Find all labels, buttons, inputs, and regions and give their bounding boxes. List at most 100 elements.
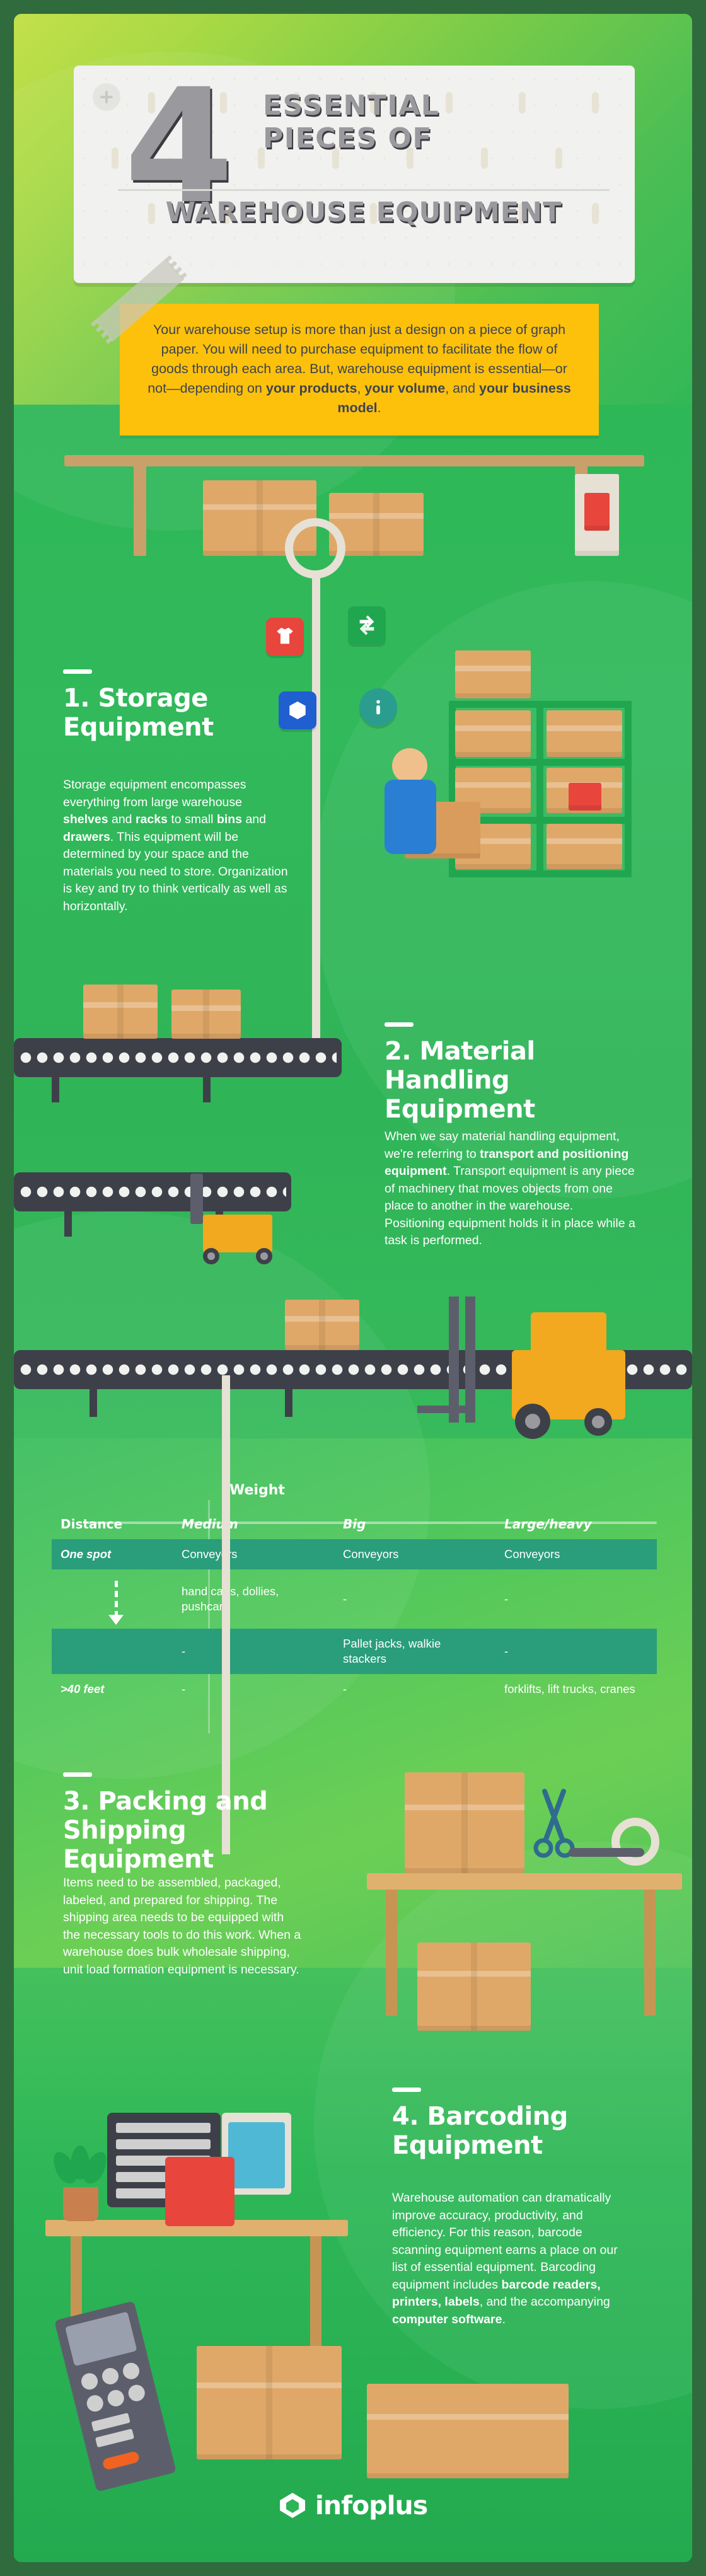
forklift-wheel <box>515 1404 550 1439</box>
forklift-cab <box>531 1312 606 1353</box>
forklift-fork <box>417 1406 474 1413</box>
worker-body <box>385 780 436 854</box>
info-icon <box>359 688 397 726</box>
conveyor-belt <box>14 1038 342 1102</box>
section-4-heading: 4. Barcoding Equipment <box>392 2088 657 2160</box>
section-1-title-line-1: 1. Storage <box>63 684 208 713</box>
table-cell-distance: >40 feet <box>61 1682 105 1695</box>
table-cell-large: - <box>504 1592 509 1605</box>
infoplus-mark-icon <box>279 2492 306 2519</box>
infographic-poster: 4 ESSENTIAL PIECES OF WAREHOUSE EQUIPMEN… <box>0 0 706 2576</box>
table-leg <box>644 1890 656 2016</box>
headline-line-2: PIECES OF <box>263 122 432 154</box>
headline-title: ESSENTIAL PIECES OF <box>263 90 616 155</box>
section-2-title-line-1: 2. Material Handling <box>385 1037 535 1095</box>
table-cell-medium: hand carts, dollies, pushcart <box>182 1585 279 1613</box>
pipe-vertical <box>312 575 320 1041</box>
red-bin <box>569 783 601 811</box>
screw-icon <box>93 83 120 111</box>
table-row: One spot Conveyors Conveyors Conveyors <box>52 1539 657 1569</box>
footer-logo: infoplus <box>14 2490 692 2521</box>
label-sheet <box>228 2122 285 2188</box>
table-cell-big: - <box>343 1682 347 1695</box>
pallet-truck <box>203 1215 272 1252</box>
table-cell-distance <box>52 1629 173 1674</box>
table-cell-large: - <box>495 1629 657 1674</box>
table-cell-large: Conveyors <box>495 1539 657 1569</box>
sign-crossbeam <box>64 455 644 466</box>
table-cell-medium: - <box>182 1682 186 1695</box>
table-body: One spot Conveyors Conveyors Conveyors h <box>52 1539 657 1704</box>
table-header-distance: Distance <box>61 1516 123 1532</box>
worker-head <box>392 748 427 783</box>
hook-arm <box>190 1174 203 1224</box>
section-1-heading: 1. Storage Equipment <box>63 669 315 742</box>
table-row: hand carts, dollies, pushcart - - <box>52 1569 657 1629</box>
tape-roll-icon <box>611 1818 659 1866</box>
utility-knife-icon <box>569 1848 644 1857</box>
packing-table <box>367 1873 682 1890</box>
section-4-body: Warehouse automation can dramatically im… <box>392 2191 618 2326</box>
tape-roll-icon <box>285 518 345 579</box>
headline-line-1: ESSENTIAL <box>263 90 440 122</box>
section-2-body: When we say material handling equipment,… <box>385 1129 635 1247</box>
cardboard-box <box>405 1772 524 1873</box>
forklift-mast <box>465 1297 475 1423</box>
section-2-title-line-2: Equipment <box>385 1095 535 1124</box>
scanner-screen <box>65 2311 137 2367</box>
table-row: >40 feet - - forklifts, lift trucks, cra… <box>52 1674 657 1704</box>
cardboard-box <box>197 2346 342 2459</box>
cardboard-box <box>285 1300 359 1350</box>
table-cell-medium: - <box>173 1629 334 1674</box>
section-3-title-line-1: 3. Packing and <box>63 1787 268 1816</box>
section-3-heading: 3. Packing and Shipping Equipment <box>63 1772 334 1874</box>
section-tick <box>385 1022 414 1027</box>
scanner-trigger <box>101 2451 141 2471</box>
wheel <box>256 1248 272 1264</box>
desk-leg <box>310 2236 321 2350</box>
headline-divider <box>118 189 610 191</box>
section-4-title-line-2: Equipment <box>392 2131 543 2160</box>
conveyor-belt <box>14 1172 291 1237</box>
table-leg <box>386 1890 397 2016</box>
cardboard-box <box>83 985 158 1039</box>
section-tick <box>63 1772 92 1777</box>
table-cell-big: Pallet jacks, walkie stackers <box>334 1629 495 1674</box>
section-3-title-line-2: Shipping Equipment <box>63 1816 214 1874</box>
section-1-title-line-2: Equipment <box>63 713 214 742</box>
apparel-icon <box>266 618 304 656</box>
table-cell-big: Conveyors <box>334 1539 495 1569</box>
headline-line-3: WAREHOUSE EQUIPMENT <box>165 197 562 228</box>
section-2-heading: 2. Material Handling Equipment <box>385 1022 662 1124</box>
brand-name: infoplus <box>315 2490 428 2521</box>
intro-note-text: Your warehouse setup is more than just a… <box>148 322 571 415</box>
forklift-wheel <box>584 1408 612 1436</box>
table-weight-label: Weight <box>229 1482 285 1498</box>
cardboard-box <box>547 710 622 757</box>
red-box <box>165 2157 234 2226</box>
table-cell-distance: One spot <box>52 1539 173 1569</box>
section-1-body: Storage equipment encompasses everything… <box>63 778 288 913</box>
intro-note: Your warehouse setup is more than just a… <box>94 258 599 436</box>
table-cell-big: - <box>343 1592 347 1605</box>
section-3-body: Items need to be assembled, packaged, la… <box>63 1876 301 1977</box>
table-cell-large: forklifts, lift trucks, cranes <box>504 1682 635 1695</box>
table-header-large: Large/heavy <box>504 1516 592 1532</box>
transfer-icon <box>348 606 386 644</box>
table-header-row: Distance Medium Big Large/heavy <box>52 1509 657 1539</box>
table-row: - Pallet jacks, walkie stackers - <box>52 1629 657 1674</box>
sign-leg <box>134 455 146 556</box>
table-cell-medium: Conveyors <box>173 1539 334 1569</box>
section-4-title-line-1: 4. Barcoding <box>392 2102 568 2131</box>
sign-board: 4 ESSENTIAL PIECES OF WAREHOUSE EQUIPMEN… <box>74 66 635 283</box>
arrow-head-icon <box>108 1615 124 1625</box>
section-tick <box>63 669 92 674</box>
table-header-big: Big <box>343 1516 366 1532</box>
cardboard-box <box>367 2384 569 2478</box>
cardboard-box <box>547 824 622 869</box>
cardboard-box <box>455 710 531 757</box>
cardboard-box <box>455 650 531 698</box>
poster-inner: 4 ESSENTIAL PIECES OF WAREHOUSE EQUIPMEN… <box>14 14 692 2562</box>
wheel <box>203 1248 219 1264</box>
cardboard-box <box>417 1943 531 2031</box>
